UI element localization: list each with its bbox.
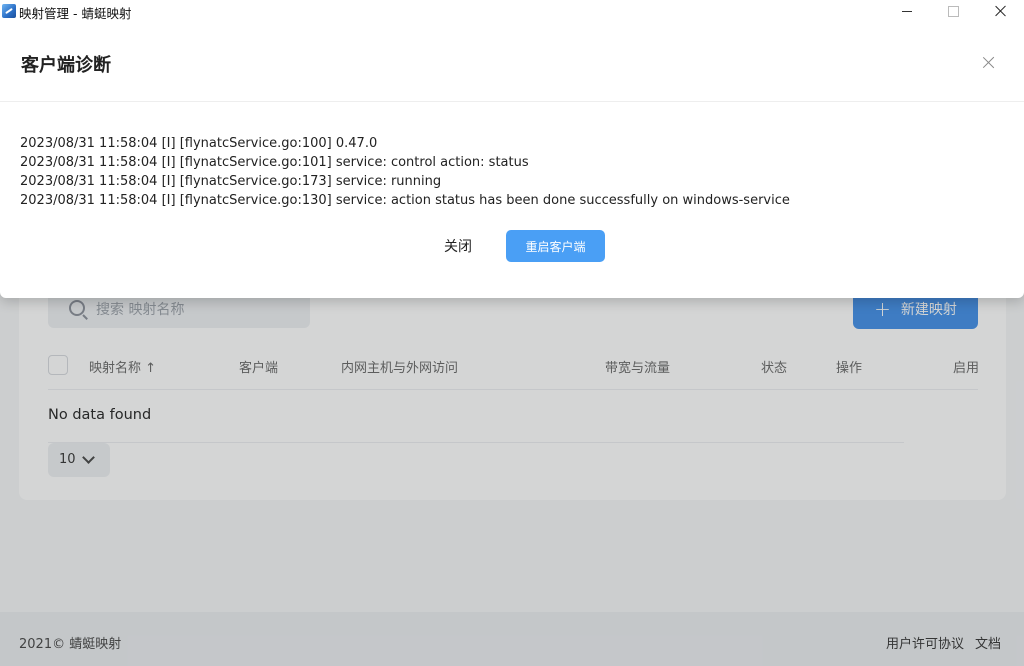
log-line: 2023/08/31 11:58:04 [I] [flynatcService.… [20, 174, 442, 189]
maximize-button[interactable] [930, 0, 976, 22]
log-line: 2023/08/31 11:58:04 [I] [flynatcService.… [20, 136, 378, 151]
minimize-button[interactable] [884, 0, 930, 22]
dialog-title: 客户端诊断 [21, 55, 111, 76]
log-line: 2023/08/31 11:58:04 [I] [flynatcService.… [20, 155, 529, 170]
log-line: 2023/08/31 11:58:04 [I] [flynatcService.… [20, 193, 790, 208]
maximize-icon [947, 5, 959, 17]
close-icon [995, 5, 1007, 17]
dialog-divider [0, 101, 1024, 102]
close-button[interactable]: 关闭 [425, 230, 491, 262]
app-icon [2, 4, 16, 18]
window-title: 映射管理 - 蜻蜓映射 [19, 6, 132, 21]
minimize-icon [902, 10, 912, 12]
client-diagnosis-dialog: 客户端诊断 2023/08/31 11:58:04 [I] [flynatcSe… [0, 22, 1024, 298]
restart-client-button[interactable]: 重启客户端 [506, 230, 605, 262]
window-close-button[interactable] [978, 0, 1024, 22]
dialog-close-icon[interactable] [980, 54, 998, 72]
log-output: 2023/08/31 11:58:04 [I] [flynatcService.… [20, 134, 790, 210]
window-titlebar: 映射管理 - 蜻蜓映射 [0, 0, 1024, 22]
